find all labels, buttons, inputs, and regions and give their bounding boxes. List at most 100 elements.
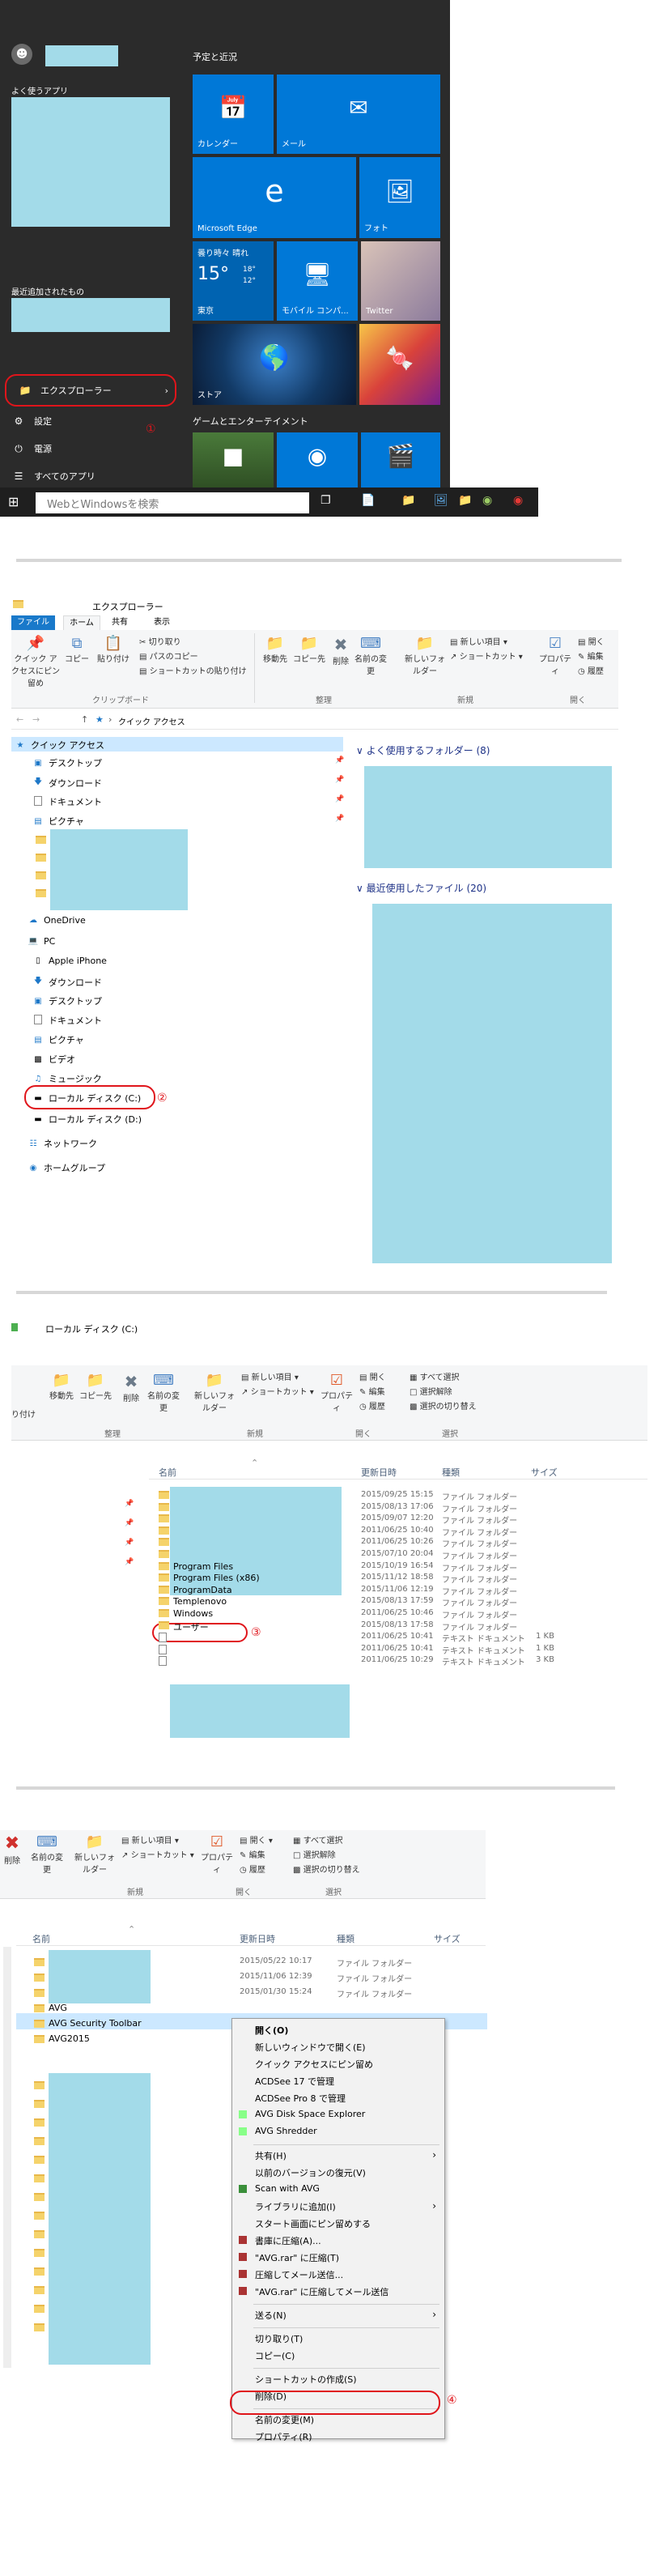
tree-documents[interactable]: ドキュメント [32,795,102,808]
tree-pictures[interactable]: ▤ ピクチャ [32,815,84,828]
history-button[interactable]: ◷ 履歴 [359,1399,385,1411]
copy-path-button[interactable]: ▤ パスのコピー [139,649,198,662]
task-view-icon[interactable]: ❐ [321,494,331,507]
context-menu-item[interactable]: 以前のバージョンの復元(V) [232,2166,444,2179]
tile-calendar[interactable]: 📅 カレンダー [193,75,274,154]
photos-taskbar-icon[interactable]: 🖼 [434,494,448,507]
edit-button[interactable]: ✎ 編集 [578,649,604,662]
tree-pc-downloads[interactable]: 🡇 ダウンロード [32,975,102,989]
context-menu-item[interactable]: コピー(C) [232,2349,444,2362]
tile-movies[interactable]: 🎬 [361,432,440,488]
frequent-folders-header[interactable]: ∨ よく使用するフォルダー (8) [356,743,490,757]
context-menu-item[interactable]: ショートカットの作成(S) [232,2373,444,2386]
tree-downloads[interactable]: 🡇 ダウンロード [32,776,102,790]
explorer1-address-bar[interactable]: ← → ↑ ★ › クイック アクセス [11,713,618,730]
shortcut-button[interactable]: ↗ ショートカット ▾ [241,1385,314,1397]
explorer1-tab-file[interactable]: ファイル [11,615,55,630]
explorer1-tab-home[interactable]: ホーム [63,615,100,630]
recent-files-header[interactable]: ∨ 最近使用したファイル (20) [356,881,486,895]
paste-button[interactable]: 📋 貼り付け [96,635,131,664]
context-menu-item[interactable]: ACDSee Pro 8 で管理 [232,2092,444,2105]
up-arrow-icon[interactable]: ↑ [81,714,88,725]
cut-button[interactable]: ✂ 切り取り [139,635,181,647]
tree-onedrive[interactable]: ☁ OneDrive [28,915,86,926]
context-menu-item[interactable]: Scan with AVG [232,2183,444,2194]
explorer-taskbar-icon[interactable]: 📁 [401,494,415,507]
tile-store[interactable]: 🌎 ストア [193,324,356,405]
start-item-settings[interactable]: ⚙ 設定 [0,411,183,431]
row-name[interactable]: ProgramData [173,1585,232,1595]
row-name[interactable]: Templenovo [173,1596,227,1607]
context-menu-item[interactable]: AVG Disk Space Explorer [232,2109,444,2119]
move-to-button[interactable]: 📁 移動先 [45,1372,78,1401]
move-to-button[interactable]: 📁 移動先 [259,635,291,664]
tile-photos[interactable]: 🖼 フォト [359,157,440,238]
context-menu-item[interactable]: 開く(O) [232,2024,444,2037]
tile-groove[interactable]: ◉ [277,432,358,488]
history-button[interactable]: ◷ 履歴 [240,1863,265,1875]
rename-button[interactable]: ⌨ 名前の変更 [147,1372,180,1413]
tile-mail[interactable]: ✉ メール [277,75,440,154]
paste-button-partial[interactable]: り付け [11,1407,36,1420]
new-folder-button[interactable]: 📁 新しいフォルダー [74,1833,115,1875]
new-item-button[interactable]: ▤ 新しい項目 ▾ [241,1370,299,1382]
new-folder-button[interactable]: 📁 新しいフォルダー [194,1372,235,1413]
context-menu-item[interactable]: スタート画面にピン留めする [232,2217,444,2230]
context-menu-item[interactable]: 共有(H) [232,2149,444,2162]
start-item-power[interactable]: ⏻ 電源 [0,439,183,458]
col-size[interactable]: サイズ [531,1466,558,1479]
col-type[interactable]: 種類 [442,1466,460,1479]
user-avatar[interactable]: ☻ [11,44,32,65]
app-taskbar-icon[interactable]: ◉ [482,494,492,507]
row-name[interactable]: AVG [49,2003,67,2013]
edit-button[interactable]: ✎ 編集 [359,1385,385,1397]
row-name[interactable]: Windows [173,1608,213,1619]
tree-pc-documents[interactable]: ドキュメント [32,1014,102,1027]
taskbar-search-box[interactable]: WebとWindowsを検索 [36,492,309,513]
invert-selection-button[interactable]: ▩ 選択の切り替え [293,1863,360,1875]
context-menu-item[interactable]: プロパティ(R) [232,2430,444,2443]
col-date[interactable]: 更新日時 [361,1466,397,1479]
select-all-button[interactable]: ▦ すべて選択 [293,1833,343,1846]
invert-selection-button[interactable]: ▩ 選択の切り替え [410,1399,477,1411]
tile-weather[interactable]: 曇り時々 晴れ 15° 18° 12° 東京 [193,241,274,321]
tree-pc[interactable]: 💻 PC [28,936,56,947]
tree-iphone[interactable]: ▯ Apple iPhone [32,956,107,966]
new-item-button[interactable]: ▤ 新しい項目 ▾ [121,1833,179,1846]
context-menu-item[interactable]: ライブラリに追加(I) [232,2200,444,2213]
delete-button[interactable]: ✖ 削除 [329,635,353,666]
edit-button[interactable]: ✎ 編集 [240,1848,265,1860]
new-folder-button[interactable]: 📁 新しいフォルダー [405,635,445,676]
folder-taskbar-icon[interactable]: 📁 [458,494,472,507]
row-name[interactable]: Program Files [173,1561,233,1572]
row-name[interactable]: AVG2015 [49,2033,90,2044]
tree-videos[interactable]: ▩ ビデオ [32,1053,75,1066]
context-menu-item[interactable]: 書庫に圧縮(A)... [232,2234,444,2247]
copy-to-button[interactable]: 📁 コピー先 [293,635,325,664]
shortcut-button[interactable]: ↗ ショートカット ▾ [450,649,523,662]
select-all-button[interactable]: ▦ すべて選択 [410,1370,460,1382]
chrome-icon[interactable]: ◉ [513,494,523,507]
col-name[interactable]: 名前 [32,1932,50,1945]
context-menu-item[interactable]: 切り取り(T) [232,2332,444,2345]
history-button[interactable]: ◷ 履歴 [578,664,604,676]
context-menu-item[interactable]: "AVG.rar" に圧縮してメール送信 [232,2285,444,2298]
select-none-button[interactable]: □ 選択解除 [293,1848,336,1860]
context-menu-item[interactable]: ACDSee 17 で管理 [232,2075,444,2088]
shortcut-button[interactable]: ↗ ショートカット ▾ [121,1848,194,1860]
context-menu-item[interactable]: 圧縮してメール送信... [232,2268,444,2281]
explorer1-tab-view[interactable]: 表示 [154,615,170,630]
context-menu-item[interactable]: 新しいウィンドウで開く(E) [232,2041,444,2054]
scrollbar-left[interactable] [3,1947,11,2368]
tree-homegroup[interactable]: ◉ ホームグループ [28,1161,105,1174]
paste-shortcut-button[interactable]: ▤ ショートカットの貼り付け [139,664,247,676]
document-icon[interactable]: 📄 [361,494,375,507]
delete-button[interactable]: ✖ 削除 [0,1833,24,1866]
tile-minecraft[interactable]: ■ [193,432,274,488]
col-size[interactable]: サイズ [434,1932,461,1945]
col-date[interactable]: 更新日時 [240,1932,275,1945]
context-menu-item[interactable]: 送る(N) [232,2309,444,2322]
tree-desktop[interactable]: ▣ デスクトップ [32,756,102,769]
context-menu-item[interactable]: 名前の変更(M) [232,2413,444,2426]
delete-button[interactable]: ✖ 削除 [117,1372,146,1403]
